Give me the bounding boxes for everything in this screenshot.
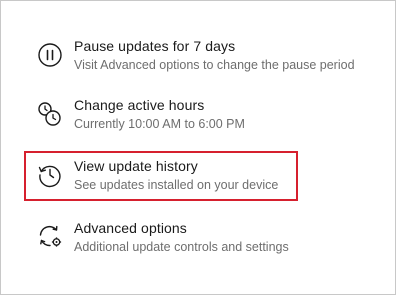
change-active-hours-option[interactable]: Change active hours Currently 10:00 AM t… — [37, 97, 387, 141]
advanced-options-description: Additional update controls and settings — [74, 240, 289, 254]
advanced-options-option[interactable]: Advanced options Additional update contr… — [37, 220, 387, 264]
clock-schedule-icon — [38, 102, 61, 126]
advanced-options-title: Advanced options — [74, 220, 187, 236]
history-icon — [38, 165, 61, 188]
update-options-panel: Pause updates for 7 days Visit Advanced … — [0, 0, 396, 295]
pause-updates-description: Visit Advanced options to change the pau… — [74, 58, 355, 72]
change-active-hours-title: Change active hours — [74, 97, 205, 113]
view-update-history-title: View update history — [74, 158, 198, 174]
view-update-history-option[interactable]: View update history See updates installe… — [37, 158, 387, 202]
pause-updates-title: Pause updates for 7 days — [74, 38, 236, 54]
view-update-history-description: See updates installed on your device — [74, 178, 279, 192]
change-active-hours-description: Currently 10:00 AM to 6:00 PM — [74, 117, 245, 131]
sync-gear-icon — [39, 225, 62, 247]
pause-circle-icon — [38, 43, 62, 67]
pause-updates-option[interactable]: Pause updates for 7 days Visit Advanced … — [37, 38, 387, 82]
